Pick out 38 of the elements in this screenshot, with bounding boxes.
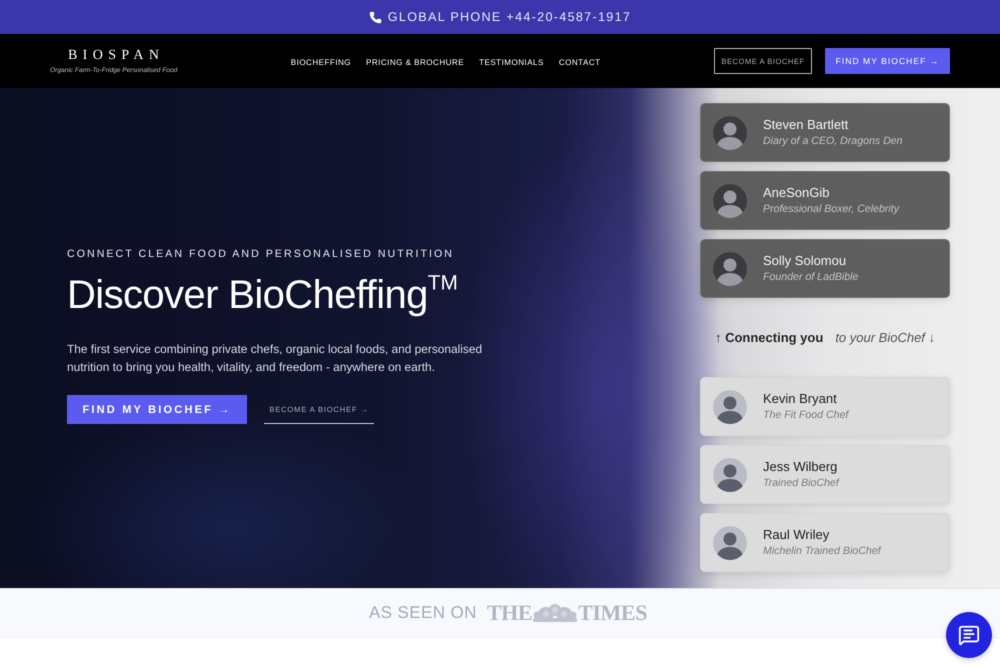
person-name: Raul Wriley — [763, 527, 830, 542]
connector-tail: to your BioChef ↓ — [835, 330, 936, 345]
hero-eyebrow: CONNECT CLEAN FOOD AND PERSONALISED NUTRITION — [67, 248, 455, 260]
person-role: Founder of LadBible — [763, 270, 858, 284]
person-name: Jess Wilberg — [763, 459, 838, 474]
person-role: Trained BioChef — [763, 476, 839, 490]
find-biochef-button[interactable]: FIND MY BIOCHEF → — [67, 395, 247, 424]
phone-number[interactable]: GLOBAL PHONE +44-20-4587-1917 — [388, 10, 632, 24]
nav-link[interactable]: PRICING & BROCHURE — [366, 58, 464, 66]
hero-description: The first service combining private chefs, organic local foods, and personalised nutrition to bring you health, vitality, and freedom - anywhere on earth. — [67, 341, 484, 376]
chat-icon — [958, 624, 980, 646]
avatar-icon — [713, 390, 747, 424]
connector-lead: ↑ Connecting you — [714, 330, 824, 345]
person-role: Professional Boxer, Celebrity — [763, 202, 900, 216]
person-name: Solly Solomou — [763, 253, 848, 268]
avatar-icon — [713, 252, 747, 286]
nav-link[interactable]: TESTIMONIALS — [479, 58, 544, 66]
times-logo-word: TIMES — [578, 601, 648, 625]
avatar-icon — [713, 458, 747, 492]
press-label: AS SEEN ON — [368, 603, 477, 623]
phone-icon — [368, 10, 382, 24]
avatar-icon — [713, 526, 747, 560]
crest-icon — [533, 603, 578, 623]
nav-link[interactable]: BIOCHEFFING — [290, 58, 352, 66]
brand-logo[interactable]: BIOSPAN — [62, 48, 164, 62]
person-role: Diary of a CEO, Dragons Den — [763, 134, 903, 148]
avatar-icon — [713, 116, 747, 150]
times-logo-word: THE — [486, 601, 532, 625]
avatar-icon — [713, 184, 747, 218]
person-role: Michelin Trained BioChef — [763, 544, 881, 558]
person-name: Kevin Bryant — [763, 391, 838, 406]
nav-link[interactable]: CONTACT — [558, 58, 601, 66]
person-name: AneSonGib — [763, 185, 830, 200]
find-biochef-button[interactable]: FIND MY BIOCHEF → — [824, 48, 950, 74]
person-role: The Fit Food Chef — [763, 408, 848, 422]
chat-button[interactable] — [946, 612, 992, 658]
person-name: Steven Bartlett — [763, 117, 850, 132]
hero-title: Discover BioCheffing$^{TM}$ — [67, 272, 458, 318]
